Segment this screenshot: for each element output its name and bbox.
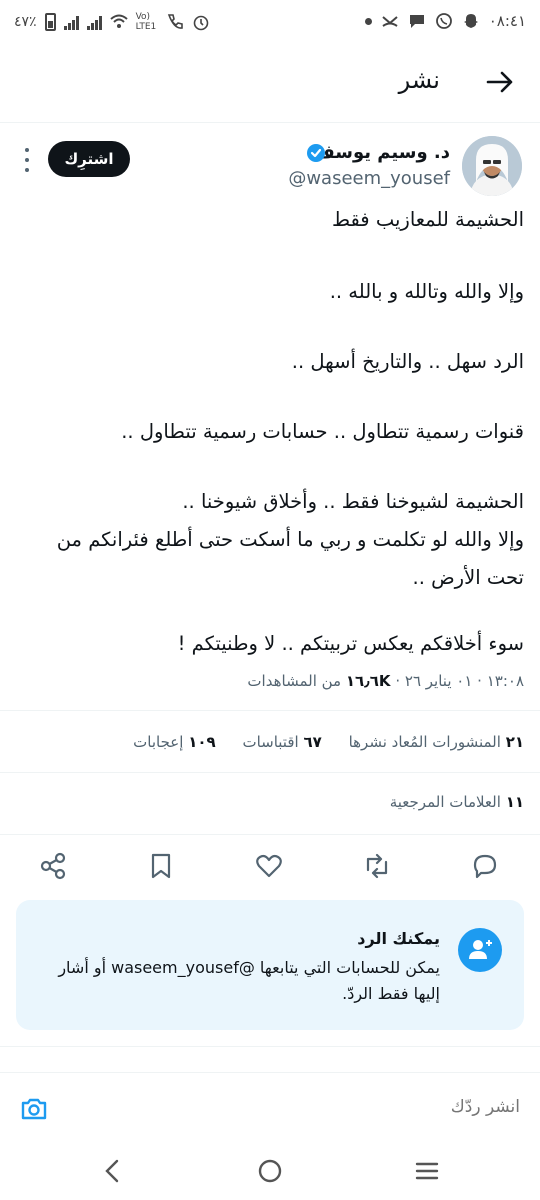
tweet-line: الحشيمة للمعازيب فقط (331, 208, 524, 231)
camera-icon[interactable] (18, 1093, 50, 1125)
quotes-label: اقتباسات (242, 733, 299, 751)
quotes-count: ٦٧ (303, 733, 322, 751)
nav-home-icon[interactable] (253, 1154, 287, 1188)
subscribe-button[interactable]: اشترِك (48, 141, 130, 177)
stats-divider (0, 772, 540, 773)
reposts-stat[interactable]: ٢١ المنشورات المُعاد نشرها (349, 733, 524, 751)
notification-dot-icon (364, 17, 372, 25)
like-icon[interactable] (251, 848, 287, 884)
tweet-line: تحت الأرض .. (412, 566, 525, 589)
status-right: ٠٨:٤١ (364, 12, 526, 30)
reposts-count: ٢١ (505, 733, 524, 751)
signal-icon (63, 14, 79, 30)
avatar[interactable] (462, 136, 522, 196)
reply-restriction-notice: يمكنك الرد يمكن للحسابات التي يتابعها @w… (16, 900, 524, 1030)
tweet-line: قنوات رسمية تتطاول .. حسابات رسمية تتطاو… (121, 420, 524, 443)
author-handle[interactable]: @waseem_yousef (288, 168, 450, 189)
bookmark-icon[interactable] (143, 848, 179, 884)
likes-label: إعجابات (133, 733, 184, 751)
message-icon (409, 15, 424, 28)
battery-percent: ٤٧٪ (14, 14, 37, 30)
bookmarks-label: العلامات المرجعية (389, 793, 501, 811)
reposts-label: المنشورات المُعاد نشرها (348, 733, 501, 751)
tweet-line: سوء أخلاقكم يعكس تربيتكم .. لا وطنيتكم ! (177, 632, 524, 655)
quotes-stat[interactable]: ٦٧ اقتباسات (242, 733, 321, 751)
nav-recents-icon[interactable] (410, 1154, 444, 1188)
header-divider (0, 122, 540, 123)
mention-user-icon (458, 928, 502, 972)
wifi-icon (109, 14, 128, 28)
tweet-line: وإلا والله لو تكلمت و ربي ما أسكت حتى أط… (56, 528, 524, 551)
meta-divider (0, 710, 540, 711)
back-arrow-icon[interactable] (484, 66, 516, 98)
likes-stat[interactable]: ١٠٩ إعجابات (133, 733, 216, 751)
share-icon[interactable] (35, 848, 71, 884)
views-count: ‏١٦٫٦K (345, 672, 391, 690)
bookmarks-divider (0, 834, 540, 835)
missed-call-icon (382, 16, 398, 27)
bookmarks-stat[interactable]: ١١ العلامات المرجعية (390, 793, 524, 811)
page-title: نشر (398, 66, 440, 94)
more-options-icon[interactable] (22, 148, 32, 172)
action-bar (0, 848, 540, 888)
snapchat-icon (463, 14, 478, 28)
top-header: نشر (0, 52, 540, 114)
avatar-image (462, 136, 522, 196)
nav-back-icon[interactable] (96, 1154, 130, 1188)
system-nav-bar (0, 1144, 540, 1200)
reply-icon[interactable] (467, 848, 503, 884)
tweet-line: وإلا والله وتالله و بالله .. (329, 280, 524, 303)
reply-compose-bar (0, 1072, 540, 1144)
notice-divider (0, 1046, 540, 1047)
tweet-stats: ٢١ المنشورات المُعاد نشرها ٦٧ اقتباسات ١… (111, 733, 524, 751)
alarm-icon (193, 15, 208, 31)
likes-count: ١٠٩ (188, 733, 216, 751)
notice-title: يمكنك الرد (357, 929, 440, 948)
author-name[interactable]: د. وسيم يوسف (314, 142, 450, 163)
repost-icon[interactable] (359, 848, 395, 884)
tweet-line: الرد سهل .. والتاريخ أسهل .. (291, 350, 524, 373)
clock: ٠٨:٤١ (488, 12, 526, 30)
call-icon (167, 14, 183, 29)
whatsapp-icon (435, 13, 452, 29)
network-label: Vo) LTE1 (135, 12, 157, 32)
bookmarks-count: ١١ (505, 793, 524, 811)
battery-icon (44, 13, 56, 31)
notice-body: يمكن للحسابات التي يتابعها @waseem_youse… (58, 958, 440, 1003)
reply-input[interactable] (220, 1097, 520, 1117)
status-left: ٤٧٪ Vo) LTE1 (14, 12, 210, 32)
verified-badge-icon (307, 144, 325, 162)
status-bar: ٤٧٪ Vo) LTE1 ٠٨:٤١ (0, 0, 540, 44)
tweet-line: الحشيمة لشيوخنا فقط .. وأخلاق شيوخنا .. (182, 490, 524, 513)
views-label: من المشاهدات (247, 672, 342, 690)
signal-2-icon (86, 14, 102, 30)
timestamp[interactable]: ١٣:٠٨ ‏· ٠١ يناير ٢٦ · (395, 672, 524, 690)
tweet-meta: ١٣:٠٨ ‏· ٠١ يناير ٢٦ · ‏١٦٫٦K من المشاهد… (247, 672, 524, 690)
